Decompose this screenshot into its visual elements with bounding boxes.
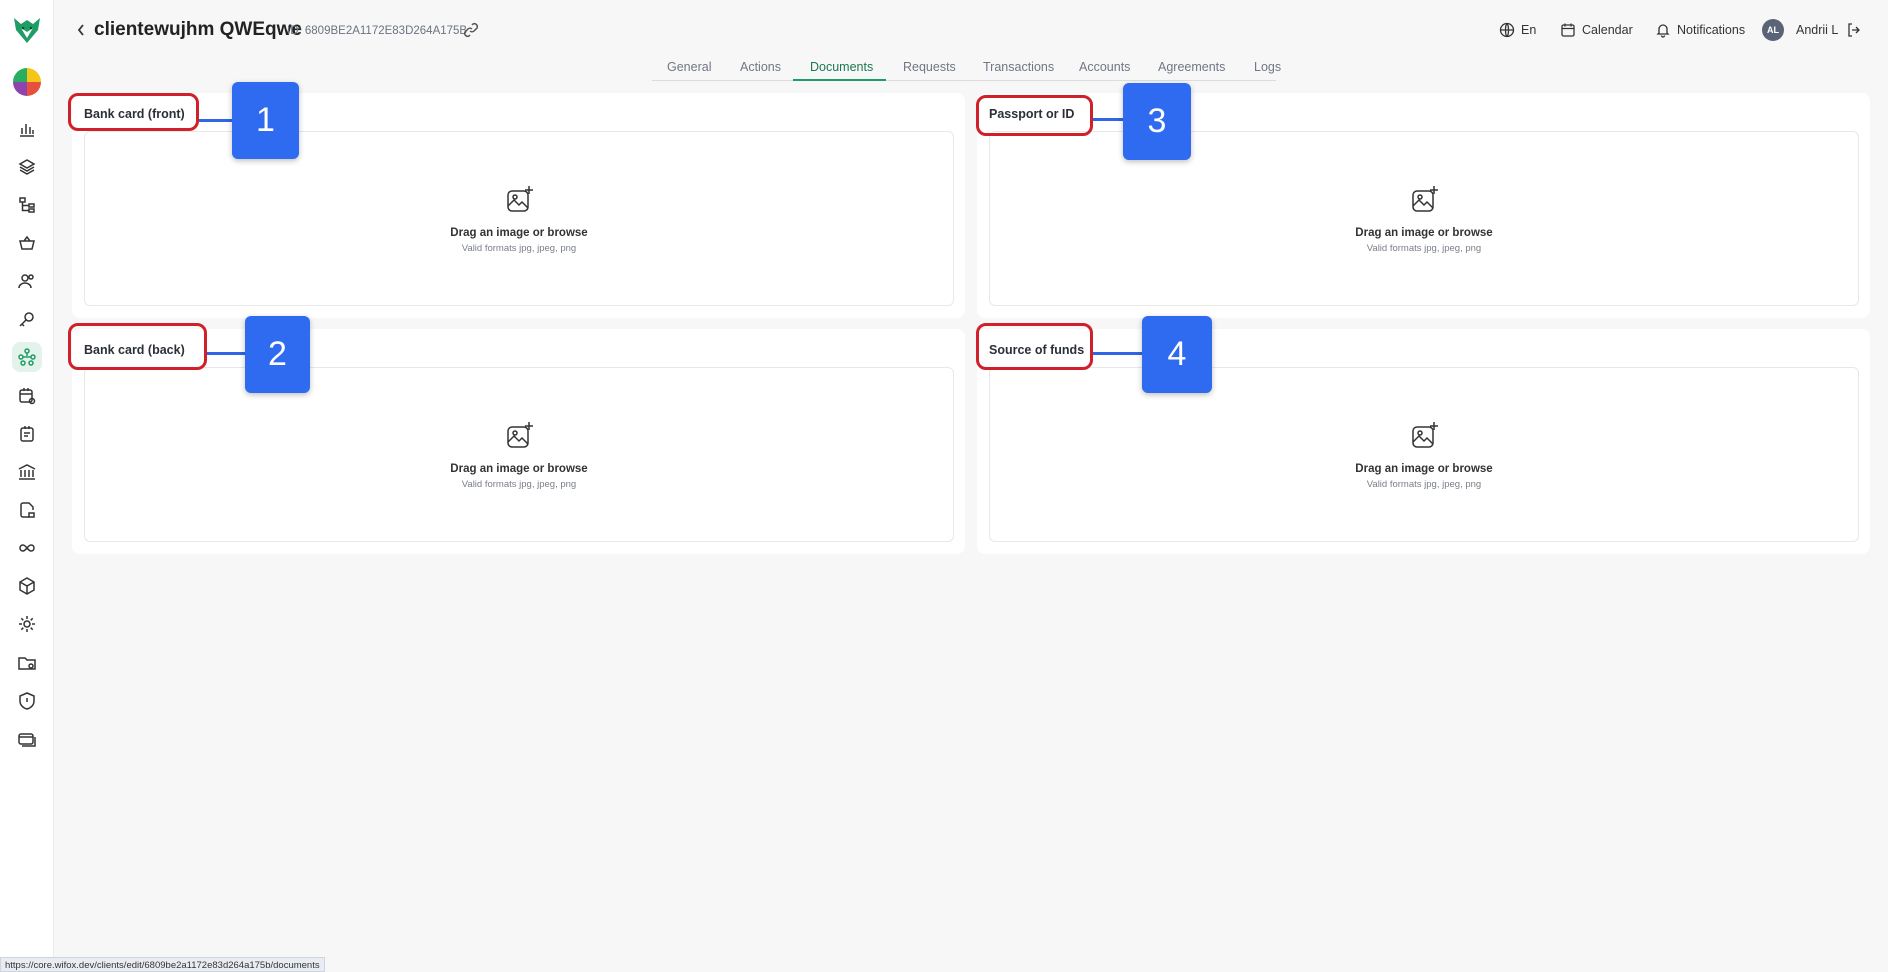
sidebar-item-folders[interactable] (12, 648, 42, 678)
logout-icon (1848, 23, 1860, 37)
calendar-button[interactable]: Calendar (1560, 18, 1633, 42)
dropzone-formats: Valid formats jpg, jpeg, png (1366, 243, 1482, 254)
sidebar-item-tasks[interactable] (12, 419, 42, 449)
add-image-icon (1412, 186, 1438, 212)
sidebar (0, 0, 54, 972)
annotation-highlight (976, 95, 1093, 136)
sidebar-item-analytics[interactable] (12, 114, 42, 144)
tab-accounts[interactable]: Accounts (1079, 60, 1130, 74)
infinity-icon (19, 544, 35, 552)
dropzone-text: Drag an image or browse (1355, 463, 1493, 475)
tab-documents[interactable]: Documents (810, 60, 873, 74)
bell-icon (1656, 24, 1670, 38)
add-image-icon (1412, 422, 1438, 448)
sidebar-item-settings[interactable] (12, 609, 42, 639)
globe-icon (1499, 22, 1515, 38)
annotation-badge: 4 (1142, 316, 1212, 393)
bank-icon (18, 464, 36, 480)
sidebar-item-document-lock[interactable] (12, 495, 42, 525)
tab-general[interactable]: General (667, 60, 711, 74)
annotation-highlight (68, 323, 207, 370)
dropzone-formats: Valid formats jpg, jpeg, png (1366, 479, 1482, 490)
sidebar-item-calendar-settings[interactable] (12, 381, 42, 411)
sidebar-item-security[interactable] (12, 686, 42, 716)
tab-logs[interactable]: Logs (1254, 60, 1281, 74)
avatar: AL (1762, 19, 1784, 41)
sidebar-item-layers[interactable] (12, 152, 42, 182)
sidebar-item-hierarchy[interactable] (12, 190, 42, 220)
image-dropzone[interactable]: Drag an image or browse Valid formats jp… (989, 367, 1859, 542)
notifications-button[interactable]: Notifications (1655, 18, 1745, 42)
tab-agreements[interactable]: Agreements (1158, 60, 1225, 74)
back-button[interactable] (72, 20, 90, 40)
notifications-label: Notifications (1677, 23, 1746, 37)
fox-logo-icon[interactable] (11, 14, 43, 46)
active-tab-indicator (793, 79, 886, 81)
calendar-icon (1561, 23, 1575, 37)
document-card-passport: Passport or ID Drag an image or browse V… (977, 93, 1870, 318)
credit-card-icon (18, 733, 36, 747)
cube-icon (19, 577, 35, 595)
chevron-left-icon (77, 24, 84, 36)
user-name: Andrii L (1796, 23, 1839, 37)
annotation-badge: 1 (232, 82, 299, 159)
gear-icon (19, 616, 35, 632)
sidebar-item-users[interactable] (12, 266, 42, 296)
annotation-badge: 2 (245, 316, 310, 393)
sidebar-item-basket[interactable] (12, 228, 42, 258)
sidebar-item-links[interactable] (12, 533, 42, 563)
sidebar-item-bank[interactable] (12, 457, 42, 487)
color-wheel-icon[interactable] (13, 68, 41, 96)
tab-actions[interactable]: Actions (740, 60, 781, 74)
logout-button[interactable] (1846, 18, 1862, 42)
task-list-icon (20, 426, 34, 442)
bar-chart-icon (20, 124, 34, 137)
sidebar-item-products[interactable] (12, 571, 42, 601)
dropzone-formats: Valid formats jpg, jpeg, png (461, 243, 577, 254)
shield-icon (19, 692, 35, 710)
annotation-connector (207, 352, 246, 355)
network-icon (18, 348, 36, 366)
sidebar-item-cards[interactable] (12, 724, 42, 754)
copy-link-icon[interactable] (462, 21, 480, 39)
tab-bar: General Actions Documents Requests Trans… (652, 57, 1281, 81)
tab-requests[interactable]: Requests (903, 60, 956, 74)
annotation-connector (199, 119, 233, 122)
document-card-source-of-funds: Source of funds Drag an image or browse … (977, 329, 1870, 554)
add-image-icon (507, 422, 533, 448)
calendar-gear-icon (19, 388, 36, 405)
annotation-connector (1093, 118, 1124, 121)
page-title: clientewujhm QWEqwe (94, 19, 302, 40)
dropzone-text: Drag an image or browse (450, 463, 588, 475)
annotation-badge: 3 (1123, 83, 1191, 160)
hierarchy-icon (19, 197, 35, 213)
layers-icon (18, 159, 36, 175)
document-card-bank-card-front: Bank card (front) Drag an image or brows… (72, 93, 965, 318)
image-dropzone[interactable]: Drag an image or browse Valid formats jp… (84, 367, 954, 542)
image-dropzone[interactable]: Drag an image or browse Valid formats jp… (84, 131, 954, 306)
annotation-highlight (976, 323, 1093, 370)
tab-transactions[interactable]: Transactions (983, 60, 1054, 74)
basket-icon (19, 235, 35, 250)
language-selector[interactable]: En (1499, 18, 1536, 42)
sidebar-item-clients[interactable] (12, 342, 42, 372)
annotation-highlight (68, 93, 199, 131)
sidebar-item-keys[interactable] (12, 304, 42, 334)
client-id: ID: 6809BE2A1172E83D264A175B (287, 25, 468, 37)
dropzone-text: Drag an image or browse (450, 227, 588, 239)
annotation-connector (1093, 352, 1143, 355)
dropzone-formats: Valid formats jpg, jpeg, png (461, 479, 577, 490)
key-icon (19, 312, 34, 327)
add-image-icon (507, 186, 533, 212)
user-menu[interactable]: AL Andrii L (1762, 18, 1838, 42)
dropzone-text: Drag an image or browse (1355, 227, 1493, 239)
users-icon (18, 274, 34, 289)
language-label: En (1521, 23, 1537, 37)
calendar-label: Calendar (1582, 23, 1633, 37)
status-bar-url: https://core.wifox.dev/clients/edit/6809… (0, 957, 325, 972)
image-dropzone[interactable]: Drag an image or browse Valid formats jp… (989, 131, 1859, 306)
document-lock-icon (20, 502, 35, 518)
folder-icon (18, 657, 36, 670)
